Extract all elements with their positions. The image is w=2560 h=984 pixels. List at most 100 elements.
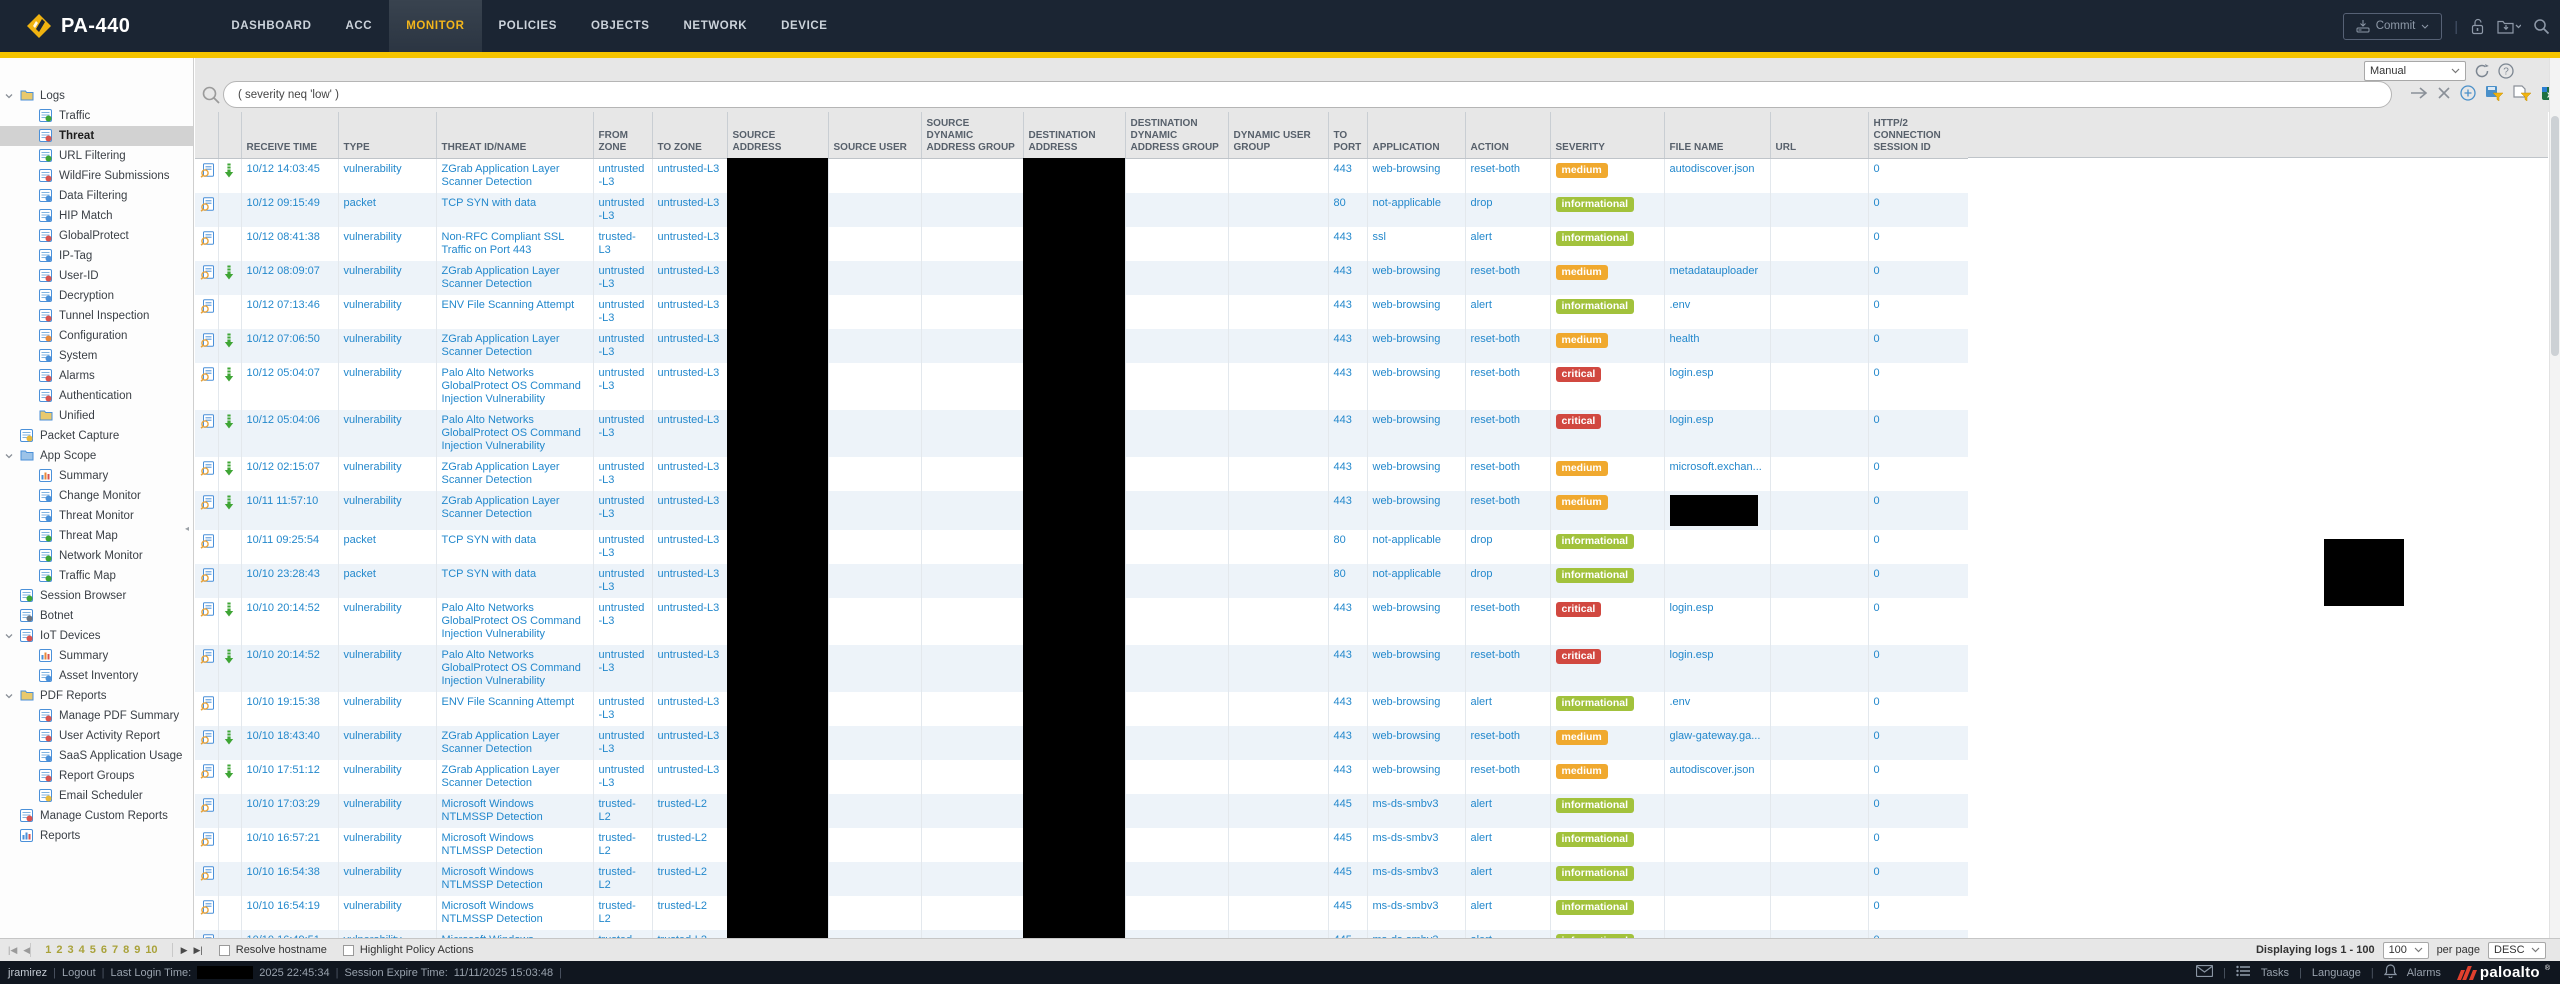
http2-connection-session-id[interactable]: 0 [1874,730,1880,742]
threat-type[interactable]: vulnerability [344,730,402,742]
sidebar-item-logs[interactable]: Logs [0,86,193,106]
action[interactable]: reset-both [1471,367,1521,379]
sidebar-item-report-groups[interactable]: Report Groups [0,766,193,786]
from-zone[interactable]: trusted-L3 [599,231,636,256]
tasks-link[interactable]: Tasks [2261,967,2289,979]
to-port[interactable]: 445 [1334,866,1352,878]
to-port[interactable]: 443 [1334,461,1352,473]
threat-type[interactable]: vulnerability [344,414,402,426]
to-port[interactable]: 445 [1334,832,1352,844]
threat-type[interactable]: packet [344,568,376,580]
file-name[interactable]: microsoft.exchan... [1670,461,1762,473]
column-header-detail[interactable] [195,112,218,158]
from-zone[interactable]: untrusted-L3 [599,197,645,222]
http2-connection-session-id[interactable]: 0 [1874,764,1880,776]
from-zone[interactable]: untrusted-L3 [599,367,645,392]
to-zone[interactable]: untrusted-L3 [658,367,720,379]
page-number-7[interactable]: 7 [112,944,118,956]
column-header-app[interactable]: APPLICATION [1367,112,1465,158]
tasks-icon[interactable] [2236,965,2251,980]
log-detail-icon[interactable] [200,271,215,283]
page-number-8[interactable]: 8 [123,944,129,956]
to-port[interactable]: 443 [1334,696,1352,708]
to-zone[interactable]: untrusted-L3 [658,568,720,580]
add-filter-icon[interactable] [2460,85,2476,101]
to-zone[interactable]: untrusted-L3 [658,414,720,426]
file-name[interactable]: autodiscover.json [1670,764,1755,776]
to-zone[interactable]: untrusted-L3 [658,197,720,209]
threat-name[interactable]: ZGrab Application Layer Scanner Detectio… [442,730,560,755]
sidebar-item-email-scheduler[interactable]: Email Scheduler [0,786,193,806]
application[interactable]: web-browsing [1373,730,1441,742]
messages-icon[interactable] [2196,965,2213,980]
application[interactable]: not-applicable [1373,568,1442,580]
threat-name[interactable]: Non-RFC Compliant SSL Traffic on Port 44… [442,231,564,256]
threat-type[interactable]: vulnerability [344,900,402,912]
to-zone[interactable]: untrusted-L3 [658,231,720,243]
from-zone[interactable]: untrusted-L3 [599,414,645,439]
column-header-severity[interactable]: SEVERITY [1550,112,1664,158]
application[interactable]: web-browsing [1373,649,1441,661]
page-number-6[interactable]: 6 [101,944,107,956]
log-detail-icon[interactable] [200,838,215,850]
to-zone[interactable]: untrusted-L3 [658,696,720,708]
column-header-threat[interactable]: THREAT ID/NAME [436,112,593,158]
packet-capture-download-icon[interactable] [224,467,234,479]
receive-time[interactable]: 10/12 08:09:07 [247,265,320,277]
log-detail-icon[interactable] [200,702,215,714]
to-zone[interactable]: untrusted-L3 [658,333,720,345]
log-detail-icon[interactable] [200,373,215,385]
page-number-1[interactable]: 1 [45,944,51,956]
action[interactable]: drop [1471,568,1493,580]
action[interactable]: reset-both [1471,602,1521,614]
threat-name[interactable]: Palo Alto Networks GlobalProtect OS Comm… [442,367,581,405]
last-page-button[interactable]: ▶| [193,945,202,956]
column-header-src_user[interactable]: SOURCE USER [828,112,921,158]
packet-capture-download-icon[interactable] [224,420,234,432]
apply-filter-icon[interactable] [2410,86,2428,100]
receive-time[interactable]: 10/10 20:14:52 [247,649,320,661]
sidebar-item-iot-devices[interactable]: IoT Devices [0,626,193,646]
to-port[interactable]: 443 [1334,265,1352,277]
sidebar-item-threat-monitor[interactable]: Threat Monitor [0,506,193,526]
application[interactable]: web-browsing [1373,163,1441,175]
from-zone[interactable]: untrusted-L3 [599,495,645,520]
http2-connection-session-id[interactable]: 0 [1874,367,1880,379]
highlight-policy-actions-checkbox[interactable] [343,945,354,956]
to-zone[interactable]: untrusted-L3 [658,534,720,546]
to-port[interactable]: 80 [1334,568,1346,580]
application[interactable]: web-browsing [1373,299,1441,311]
page-number-2[interactable]: 2 [56,944,62,956]
sidebar-item-alarms[interactable]: Alarms [0,366,193,386]
column-header-action[interactable]: ACTION [1465,112,1550,158]
sidebar-item-app-scope[interactable]: App Scope [0,446,193,466]
sidebar-item-tunnel-inspection[interactable]: Tunnel Inspection [0,306,193,326]
to-zone[interactable]: trusted-L2 [658,832,708,844]
receive-time[interactable]: 10/10 18:43:40 [247,730,320,742]
action[interactable]: alert [1471,231,1492,243]
help-icon[interactable]: ? [2498,63,2514,79]
log-detail-icon[interactable] [200,655,215,667]
sidebar-item-decryption[interactable]: Decryption [0,286,193,306]
from-zone[interactable]: untrusted-L3 [599,163,645,188]
chevron-down-icon[interactable] [4,91,14,101]
commit-button[interactable]: Commit [2343,13,2443,40]
sidebar-item-system[interactable]: System [0,346,193,366]
application[interactable]: web-browsing [1373,333,1441,345]
threat-type[interactable]: vulnerability [344,649,402,661]
log-detail-icon[interactable] [200,237,215,249]
threat-name[interactable]: ZGrab Application Layer Scanner Detectio… [442,461,560,486]
file-name[interactable]: glaw-gateway.ga... [1670,730,1761,742]
file-name[interactable]: autodiscover.json [1670,163,1755,175]
to-zone[interactable]: untrusted-L3 [658,730,720,742]
threat-name[interactable]: ENV File Scanning Attempt [442,696,575,708]
to-port[interactable]: 443 [1334,730,1352,742]
sidebar-item-asset-inventory[interactable]: Asset Inventory [0,666,193,686]
action[interactable]: reset-both [1471,495,1521,507]
from-zone[interactable]: untrusted-L3 [599,534,645,559]
sidebar-item-manage-custom-reports[interactable]: Manage Custom Reports [0,806,193,826]
file-name[interactable]: metadatauploader [1670,265,1759,277]
to-port[interactable]: 443 [1334,414,1352,426]
threat-type[interactable]: vulnerability [344,832,402,844]
log-detail-icon[interactable] [200,574,215,586]
